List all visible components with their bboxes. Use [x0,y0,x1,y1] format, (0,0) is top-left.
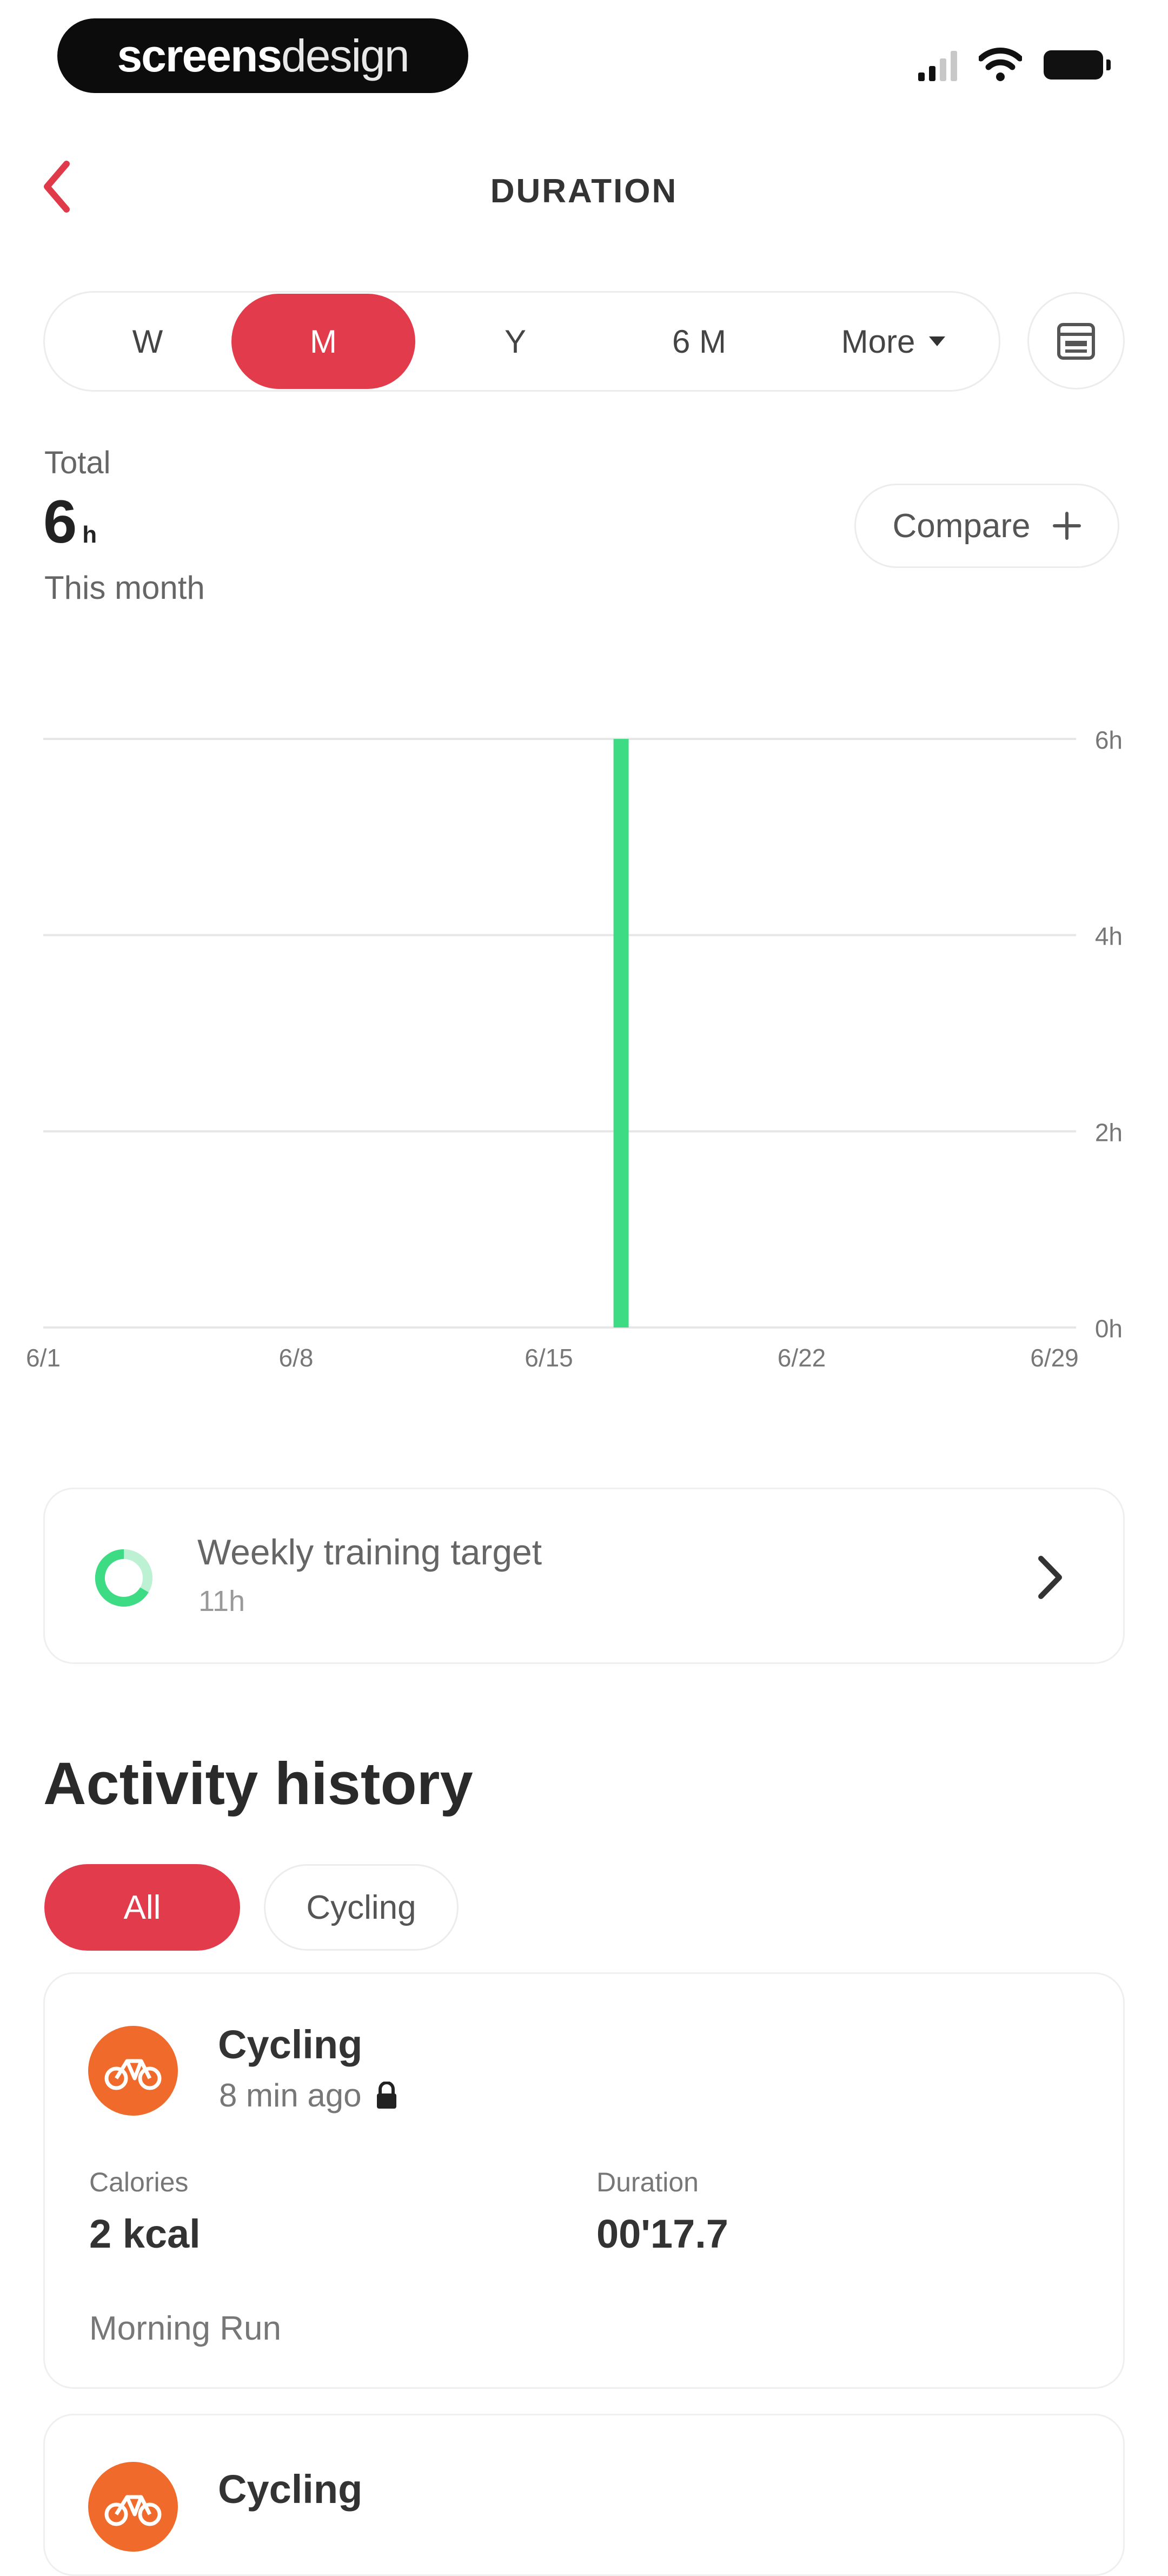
status-icons [918,43,1111,87]
chevron-right-icon [1038,1556,1062,1599]
duration-label: Duration [596,2167,699,2197]
cycling-icon [88,2462,178,2552]
period-tab-6-months[interactable]: 6 M [618,293,780,390]
bicycle-icon [104,2059,162,2090]
lock-icon [376,2081,396,2109]
weekly-target-title: Weekly training target [197,1532,542,1572]
period-more-label: More [841,323,915,360]
total-number: 6 [43,488,77,556]
wifi-icon [979,48,1022,81]
chart-bar [613,739,629,1327]
x-tick-label: 6/8 [279,1344,314,1372]
period-tab-month[interactable]: M [231,294,415,389]
x-tick-label: 6/22 [778,1344,826,1372]
x-tick-label: 6/1 [26,1344,61,1372]
plus-icon [1052,512,1081,540]
activity-card[interactable]: Cycling [43,2414,1125,2576]
activity-history-title: Activity history [43,1751,473,1817]
weekly-target-card[interactable]: Weekly training target 11h [43,1488,1125,1664]
calories-label: Calories [89,2167,189,2197]
brand-text-light: design [281,30,410,81]
brand-watermark: screens design [57,18,468,93]
period-tab-week[interactable]: W [77,293,218,390]
total-period: This month [44,570,205,606]
compare-label: Compare [892,507,1031,545]
period-tab-year[interactable]: Y [440,293,591,390]
period-selector: W M Y 6 M More [43,291,1000,392]
target-progress-icon [95,1549,152,1607]
y-tick-label: 6h [1095,726,1123,754]
y-tick-label: 2h [1095,1118,1123,1146]
y-tick-label: 0h [1095,1315,1123,1343]
duration-value: 00'17.7 [596,2211,728,2256]
period-more-dropdown[interactable]: More [802,293,986,390]
filter-chip-cycling[interactable]: Cycling [264,1864,459,1951]
weekly-target-value: 11h [198,1585,245,1617]
compare-button[interactable]: Compare [854,484,1119,568]
x-tick-label: 6/29 [1030,1344,1079,1372]
activity-name: Cycling [218,2467,363,2512]
filter-chip-all[interactable]: All [44,1864,240,1951]
total-unit: h [82,521,97,548]
total-value: 6h [43,487,97,557]
calories-value: 2 kcal [89,2211,201,2256]
calendar-icon [1057,323,1095,360]
page-title: DURATION [490,173,678,210]
calendar-button[interactable] [1027,292,1125,389]
battery-icon [1044,50,1111,80]
activity-note: Morning Run [89,2310,281,2347]
activity-time-label: 8 min ago [219,2077,362,2113]
caret-down-icon [929,336,946,346]
activity-card[interactable]: Cycling 8 min ago Calories 2 kcal Durati… [43,1972,1125,2389]
signal-icon [918,49,957,81]
bicycle-icon [104,2495,162,2526]
activity-name: Cycling [218,2022,363,2067]
brand-text-bold: screens [117,30,282,81]
total-label: Total [44,445,111,480]
cycling-icon [88,2026,178,2116]
duration-chart: 0h 2h 4h 6h 6/1 6/8 6/15 6/22 6/29 [26,726,1123,1372]
activity-time: 8 min ago [219,2077,399,2114]
y-tick-label: 4h [1095,922,1123,950]
x-tick-label: 6/15 [525,1344,573,1372]
